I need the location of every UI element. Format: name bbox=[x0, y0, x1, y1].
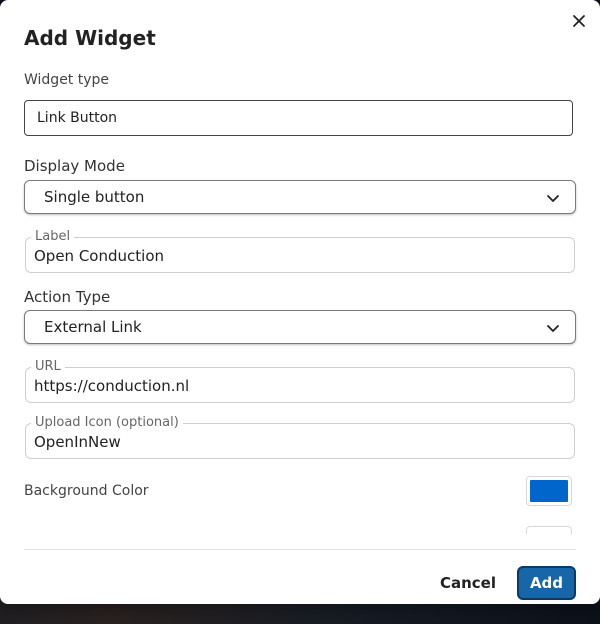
chevron-down-icon bbox=[547, 195, 559, 202]
widget-type-label: Widget type bbox=[24, 72, 110, 88]
upload-icon-field: Upload Icon (optional) bbox=[25, 415, 575, 459]
action-type-label: Action Type bbox=[24, 288, 111, 306]
url-input[interactable] bbox=[34, 375, 564, 397]
background-color-picker[interactable] bbox=[526, 476, 572, 506]
display-mode-select[interactable]: Single button bbox=[24, 180, 576, 214]
add-widget-dialog: Add Widget Widget type Link Button Displ… bbox=[0, 0, 600, 604]
action-type-value: External Link bbox=[44, 318, 142, 336]
chevron-down-icon bbox=[547, 325, 559, 332]
label-field: Label bbox=[25, 229, 575, 273]
close-icon bbox=[573, 15, 585, 27]
upload-icon-field-legend: Upload Icon (optional) bbox=[31, 415, 183, 431]
next-color-fill bbox=[530, 530, 568, 534]
cancel-button[interactable]: Cancel bbox=[430, 566, 506, 600]
next-color-picker-partial bbox=[526, 526, 572, 534]
footer-divider bbox=[24, 549, 576, 550]
close-button[interactable] bbox=[568, 10, 590, 32]
background-color-label: Background Color bbox=[24, 483, 149, 499]
url-field-legend: URL bbox=[31, 359, 65, 375]
background-color-fill bbox=[530, 480, 568, 502]
upload-icon-input[interactable] bbox=[34, 431, 564, 453]
label-input[interactable] bbox=[34, 245, 564, 267]
label-field-legend: Label bbox=[31, 229, 75, 245]
url-field: URL bbox=[25, 359, 575, 403]
add-button[interactable]: Add bbox=[517, 566, 576, 600]
display-mode-value: Single button bbox=[44, 188, 145, 206]
next-color-picker[interactable] bbox=[526, 526, 572, 534]
widget-type-field: Link Button bbox=[24, 100, 573, 136]
action-type-select[interactable]: External Link bbox=[24, 310, 576, 344]
display-mode-label: Display Mode bbox=[24, 157, 125, 175]
dialog-title: Add Widget bbox=[24, 26, 156, 50]
